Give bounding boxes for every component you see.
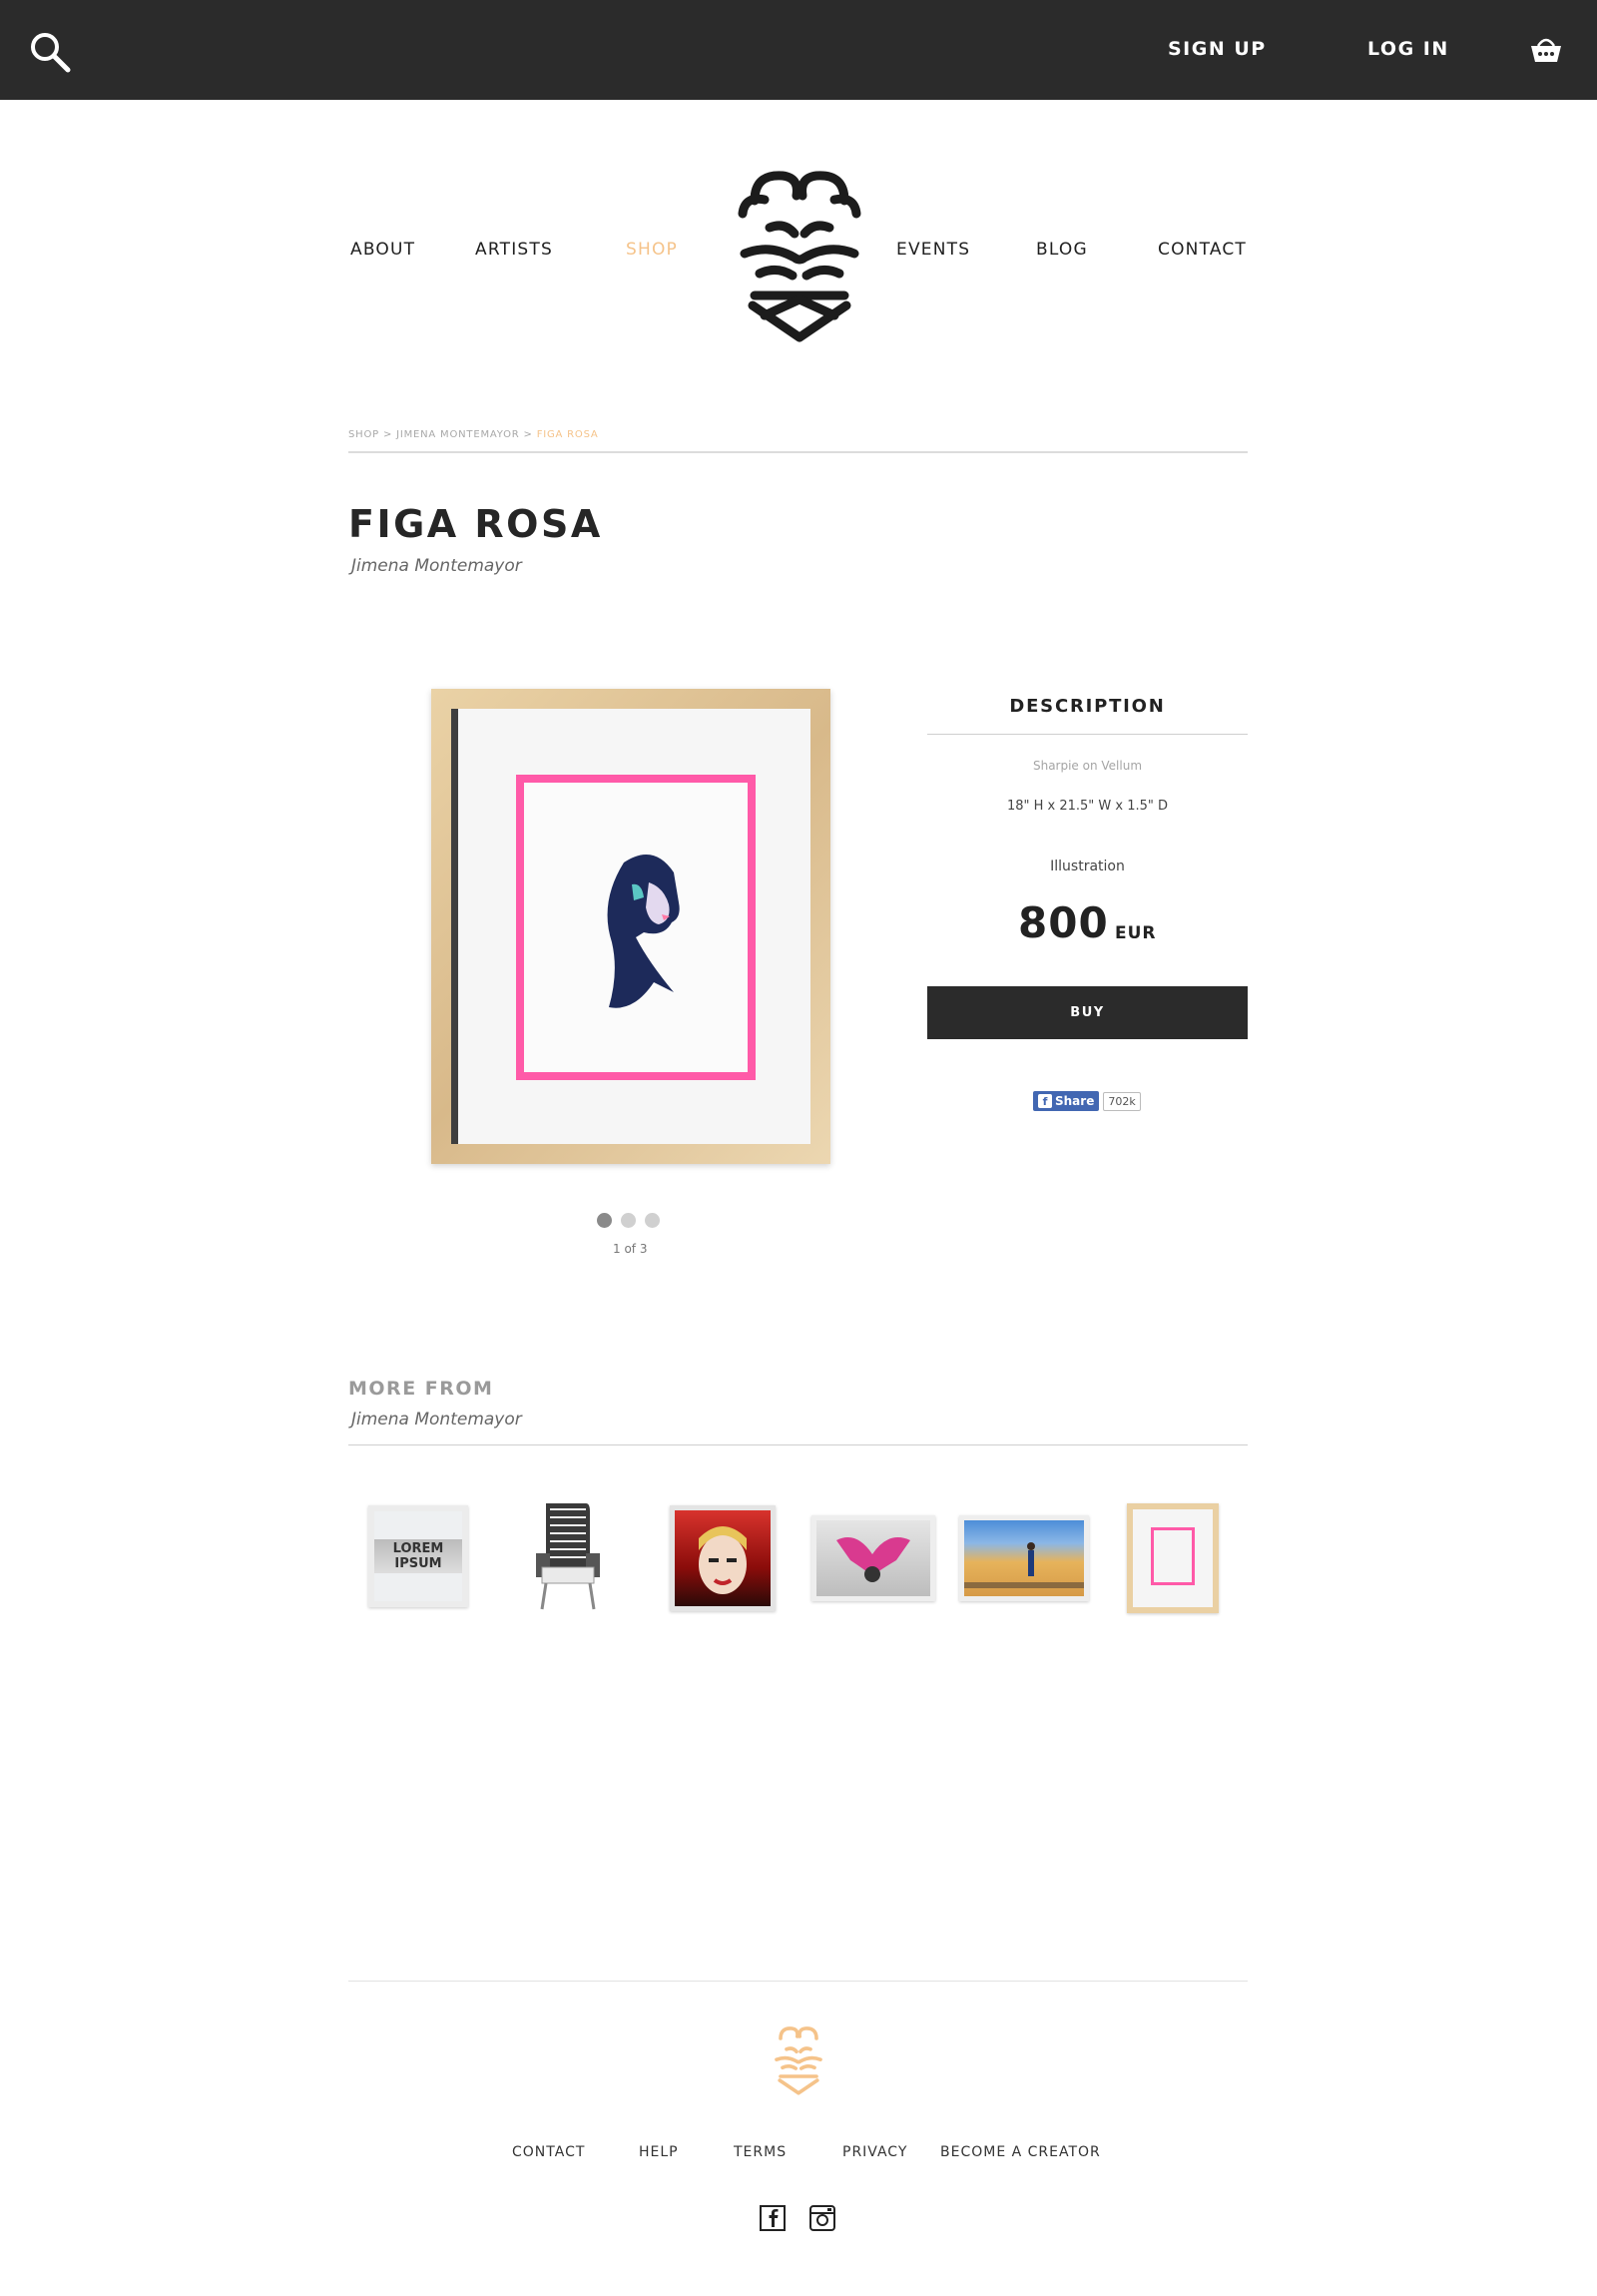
basket-icon[interactable] [1528, 34, 1564, 66]
more-from-artist[interactable]: Jimena Montemayor [351, 1410, 522, 1430]
breadcrumb-artist[interactable]: JIMENA MONTEMAYOR [396, 429, 519, 440]
log-in-link[interactable]: LOG IN [1367, 38, 1449, 60]
thumbnail-desert-landscape[interactable] [959, 1515, 1089, 1601]
buy-button[interactable]: BUY [927, 986, 1248, 1039]
footer-help-link[interactable]: HELP [639, 2144, 679, 2160]
gallery-dot[interactable] [597, 1213, 612, 1228]
nav-about[interactable]: ABOUT [350, 240, 415, 260]
footer-become-creator-link[interactable]: BECOME A CREATOR [940, 2144, 1101, 2160]
facebook-share: f Share 702k [1033, 1091, 1141, 1111]
footer-terms-link[interactable]: TERMS [734, 2144, 787, 2160]
product-title: FIGA ROSA [348, 502, 603, 546]
artwork-medium: Sharpie on Vellum [1032, 759, 1143, 773]
thumbnail-pink-figure[interactable] [811, 1515, 935, 1601]
footer-divider [348, 1981, 1248, 1982]
gallery-dot[interactable] [621, 1213, 636, 1228]
facebook-icon[interactable] [760, 2205, 786, 2231]
nav-blog[interactable]: BLOG [1036, 240, 1088, 260]
breadcrumb-separator: > [378, 429, 397, 440]
pink-figure-shape [836, 1537, 910, 1582]
footer-privacy-link[interactable]: PRIVACY [842, 2144, 907, 2160]
top-bar: SIGN UP LOG IN [0, 0, 1597, 100]
breadcrumb: SHOP > JIMENA MONTEMAYOR > FIGA ROSA [348, 429, 599, 440]
product-artist[interactable]: Jimena Montemayor [351, 556, 522, 576]
thumbnail-lorem-ipsum[interactable]: LOREM IPSUM [368, 1505, 468, 1607]
footer-logo[interactable] [769, 2020, 828, 2100]
footer-contact-link[interactable]: CONTACT [512, 2144, 585, 2160]
artwork-mat [451, 709, 810, 1144]
search-icon[interactable] [28, 30, 72, 74]
instagram-icon[interactable] [809, 2205, 835, 2231]
facebook-share-button[interactable]: f Share [1033, 1091, 1100, 1111]
thumbnail-pink-border [1151, 1527, 1195, 1585]
more-from-divider [348, 1444, 1248, 1445]
sign-up-link[interactable]: SIGN UP [1168, 38, 1267, 60]
nav-artists[interactable]: ARTISTS [475, 240, 553, 260]
nav-events[interactable]: EVENTS [896, 240, 970, 260]
breadcrumb-current: FIGA ROSA [536, 429, 599, 440]
portrait-illustration [607, 855, 680, 1008]
artwork-dimensions: 18" H x 21.5" W x 1.5" D [1006, 799, 1169, 814]
facebook-icon: f [1038, 1094, 1052, 1108]
nav-shop[interactable]: SHOP [626, 240, 678, 260]
breadcrumb-divider [348, 451, 1248, 453]
artwork-category: Illustration [1050, 859, 1125, 874]
brand-logo[interactable] [725, 166, 874, 345]
thumbnail-text: LOREM IPSUM [374, 1539, 462, 1573]
more-from-thumbnails: LOREM IPSUM [348, 1497, 1248, 1617]
breadcrumb-separator: > [519, 429, 537, 440]
gallery-dot[interactable] [645, 1213, 660, 1228]
nav-contact[interactable]: CONTACT [1158, 240, 1247, 260]
artwork-pink-border [516, 775, 756, 1080]
artwork-image[interactable] [431, 689, 830, 1164]
thumbnail-figa-rosa[interactable] [1127, 1503, 1219, 1613]
breadcrumb-shop[interactable]: SHOP [348, 429, 379, 440]
more-from-heading: MORE FROM [348, 1378, 494, 1400]
description-divider [927, 734, 1248, 735]
thumbnail-chair[interactable] [528, 1497, 608, 1613]
share-label: Share [1055, 1094, 1095, 1108]
red-portrait-face [699, 1526, 747, 1594]
gallery-counter: 1 of 3 [613, 1242, 648, 1256]
share-count: 702k [1103, 1091, 1141, 1111]
gallery-pagination [597, 1213, 660, 1228]
thumbnail-red-portrait[interactable] [670, 1505, 776, 1611]
price-currency: EUR [1115, 923, 1157, 943]
desert-figure [964, 1542, 1084, 1588]
description-heading: DESCRIPTION [1009, 696, 1166, 717]
price-value: 800 [1018, 898, 1109, 947]
